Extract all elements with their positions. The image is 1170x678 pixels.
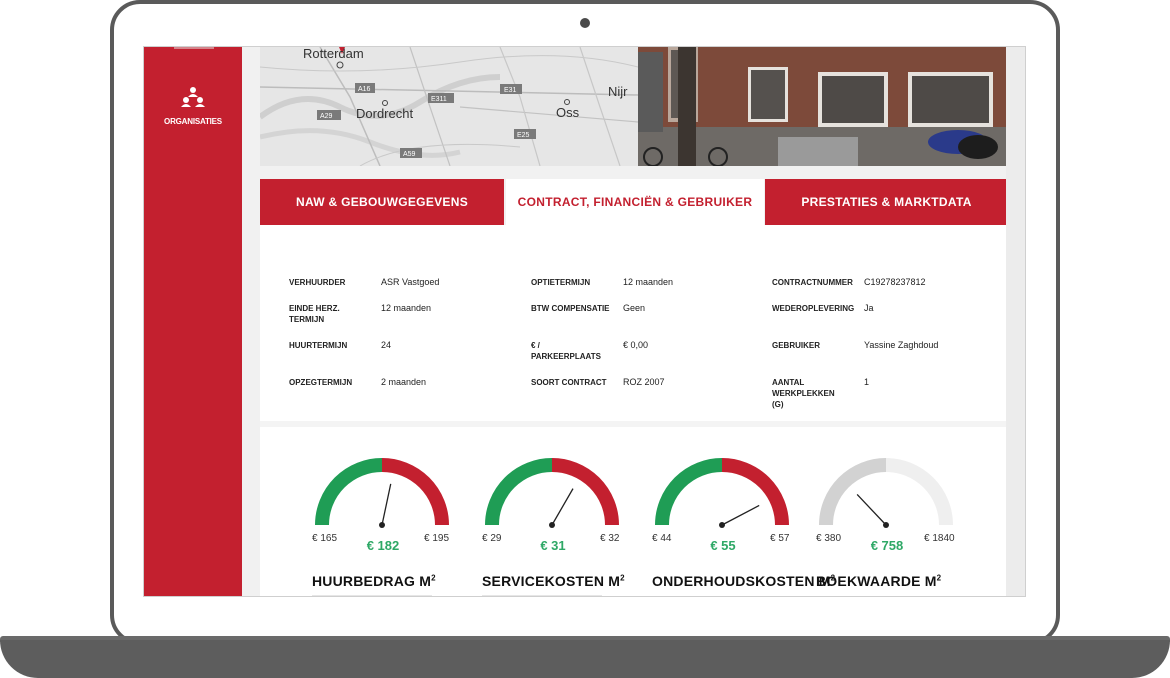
gauge-huurbedrag: € 165 € 182 € 195 HUURBEDRAG M2 (312, 455, 482, 596)
sidebar: ORGANISATIES (144, 47, 242, 596)
detail-value: € 0,00 (623, 340, 649, 350)
gauge-needle (856, 494, 887, 526)
gauge-arc-right (885, 458, 953, 526)
road-label: A16 (358, 86, 371, 93)
road-label: E25 (517, 132, 530, 139)
gauge-dial (315, 458, 449, 528)
detail-label: OPTIETERMIJN (531, 278, 591, 287)
detail-label: BTW COMPENSATIE (531, 304, 610, 313)
users-group-icon (144, 85, 242, 111)
tab-label: NAW & GEBOUWGEGEVENS (295, 195, 468, 209)
detail-value: Ja (864, 303, 874, 313)
sidebar-cut-item (174, 47, 214, 49)
sidebar-item-organisaties[interactable]: ORGANISATIES (144, 85, 242, 126)
gauge-min: € 380 (816, 533, 842, 544)
gauge-boekwaarde: € 380 € 758 € 1840 BOEKWAARDE M2 (816, 455, 986, 596)
gauge-needle (381, 483, 392, 526)
detail-label: OPZEGTERMIJN (289, 378, 353, 387)
detail-label: VERHUURDER (289, 278, 346, 287)
detail-value: 2 maanden (381, 377, 427, 387)
gauge-title: HUURBEDRAG M2 (312, 573, 436, 589)
location-map[interactable]: A16 E311 E31 A29 E25 A59 Rotterdam Dordr… (260, 47, 638, 166)
gauge-subtitle-placeholder (482, 595, 602, 596)
map-city-label: Rotterdam (303, 47, 364, 61)
tab-naw-gebouwgegevens[interactable]: NAW & GEBOUWGEGEVENS (260, 179, 504, 225)
detail-label: € / PARKEERPLAATS (531, 341, 601, 361)
gauge-onderhoudskosten: € 44 € 55 € 57 ONDERHOUDSKOSTEN M2 (652, 455, 835, 596)
gauge-title: ONDERHOUDSKOSTEN M2 (652, 573, 836, 589)
gauge-dial (655, 458, 789, 528)
app-screen: ORGANISATIES A16 E311 E31 A29 E25 A59 Ro… (143, 46, 1026, 597)
detail-tabs: NAW & GEBOUWGEGEVENS CONTRACT, FINANCIËN… (260, 179, 1008, 225)
gauge-min: € 44 (652, 533, 672, 544)
detail-value: Yassine Zaghdoud (864, 340, 939, 350)
gauge-value: € 55 (710, 538, 736, 553)
gauge-value: € 182 (366, 538, 400, 553)
detail-label: GEBRUIKER (772, 341, 821, 350)
section-divider (260, 421, 1008, 427)
gauge-servicekosten: € 29 € 31 € 32 SERVICEKOSTEN M2 (482, 455, 652, 596)
gauge-min: € 29 (482, 533, 502, 544)
tab-prestaties-marktdata[interactable]: PRESTATIES & MARKTDATA (765, 179, 1008, 225)
detail-value: ASR Vastgoed (381, 277, 440, 287)
gauge-dial (819, 458, 953, 528)
detail-label: HUURTERMIJN (289, 341, 348, 350)
gauge-arc-green (485, 458, 553, 526)
sidebar-item-label: ORGANISATIES (164, 117, 222, 126)
gauge-subtitle-placeholder (312, 595, 432, 596)
laptop-base (0, 640, 1170, 678)
gauge-max: € 57 (770, 533, 790, 544)
gauge-min: € 165 (312, 533, 338, 544)
gauge-max: € 32 (600, 533, 620, 544)
contract-details: VERHUURDER ASR Vastgoed EINDE HERZ. TERM… (260, 225, 1008, 425)
scrollbar[interactable] (1006, 47, 1025, 596)
gauge-arc-green (655, 458, 723, 526)
gauge-title: BOEKWAARDE M2 (816, 573, 942, 589)
detail-label: CONTRACTNUMMER (772, 278, 853, 287)
gauge-needle-pivot (379, 522, 385, 528)
gauge-dial (485, 458, 619, 528)
building-photo (638, 47, 1006, 166)
map-city-label: Oss (556, 105, 580, 120)
gauge-value: € 758 (870, 538, 904, 553)
road-label: A29 (320, 113, 333, 120)
gauge-needle (551, 488, 574, 526)
tab-label: CONTRACT, FINANCIËN & GEBRUIKER (517, 195, 753, 209)
gauge-needle (721, 504, 760, 526)
detail-value: 12 maanden (623, 277, 674, 287)
gauge-needle-pivot (719, 522, 725, 528)
gauge-arc-red (721, 458, 789, 526)
gauge-arc-red (381, 458, 449, 526)
detail-value: 24 (381, 340, 392, 350)
detail-value: Geen (623, 303, 646, 313)
tab-contract-financien-gebruiker[interactable]: CONTRACT, FINANCIËN & GEBRUIKER (506, 179, 764, 225)
detail-value: C19278237812 (864, 277, 926, 287)
detail-value: 12 maanden (381, 303, 432, 313)
road-label: E31 (504, 87, 517, 94)
road-label: E311 (431, 96, 447, 103)
detail-label: AANTAL WERKPLEKKEN (G) (772, 378, 835, 409)
gauge-arc-green (315, 458, 383, 526)
gauge-needle-pivot (549, 522, 555, 528)
tab-label: PRESTATIES & MARKTDATA (801, 195, 972, 209)
gauge-max: € 1840 (924, 533, 955, 544)
map-city-label: Nijr (608, 84, 628, 99)
map-city-label: Dordrecht (356, 106, 413, 121)
detail-label: EINDE HERZ. TERMIJN (289, 304, 340, 324)
gauge-needle-pivot (883, 522, 889, 528)
webcam (580, 18, 590, 28)
gauge-max: € 195 (424, 533, 450, 544)
detail-label: SOORT CONTRACT (531, 378, 607, 387)
gauge-arc-red (551, 458, 619, 526)
detail-value: 1 (864, 377, 870, 387)
gauge-title: SERVICEKOSTEN M2 (482, 573, 625, 589)
detail-label: WEDEROPLEVERING (772, 304, 855, 313)
tab-content: VERHUURDER ASR Vastgoed EINDE HERZ. TERM… (260, 225, 1008, 596)
gauge-value: € 31 (540, 538, 566, 553)
road-label: A59 (403, 151, 416, 158)
detail-value: ROZ 2007 (623, 377, 665, 387)
